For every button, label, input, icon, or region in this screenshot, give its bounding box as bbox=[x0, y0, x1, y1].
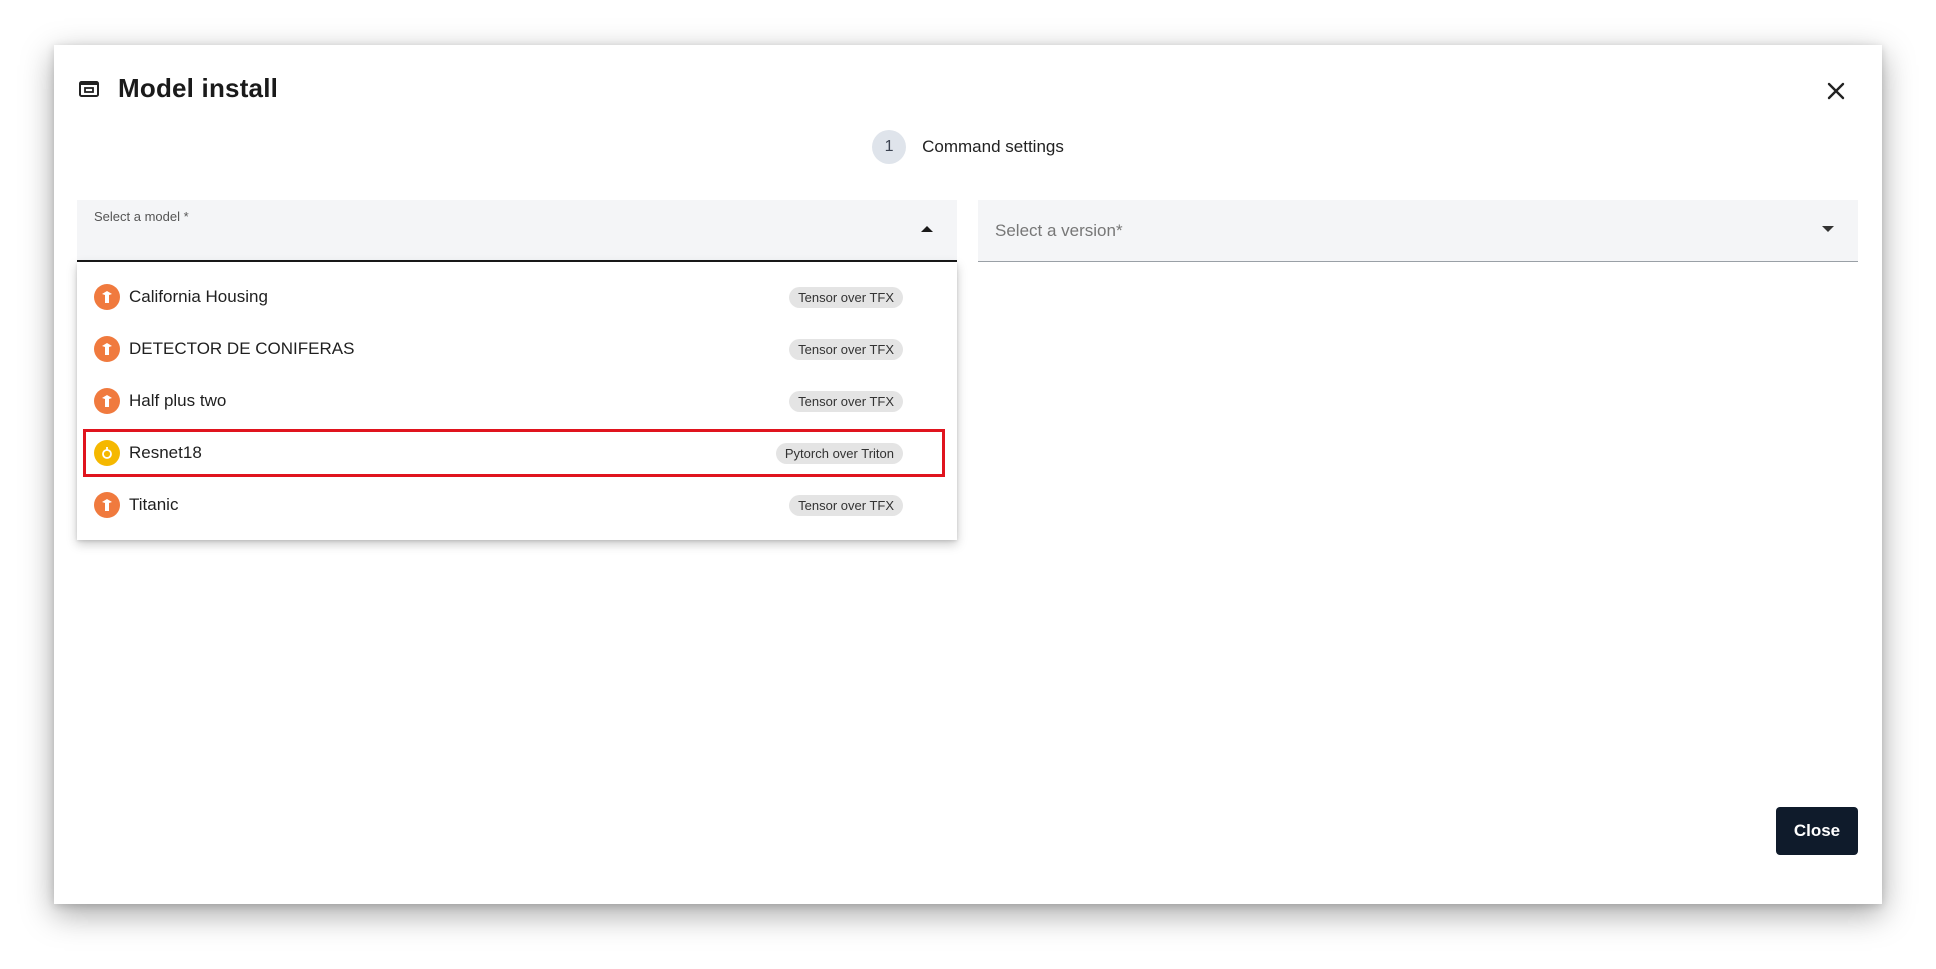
framework-badge: Tensor over TFX bbox=[789, 391, 903, 412]
close-icon[interactable] bbox=[1824, 79, 1848, 103]
tensorflow-icon bbox=[94, 284, 120, 310]
step-number: 1 bbox=[872, 130, 907, 164]
model-dropdown-list: California Housing Tensor over TFX DETEC… bbox=[77, 262, 957, 540]
close-button[interactable]: Close bbox=[1776, 807, 1858, 855]
pytorch-icon bbox=[94, 440, 120, 466]
framework-badge: Tensor over TFX bbox=[789, 495, 903, 516]
step-label: Command settings bbox=[922, 137, 1064, 156]
option-name: Resnet18 bbox=[129, 443, 202, 462]
stepper: 1 Command settings bbox=[54, 130, 1882, 164]
framework-badge: Pytorch over Triton bbox=[775, 443, 903, 464]
version-select[interactable]: Select a version* bbox=[978, 200, 1858, 262]
model-select-label: Select a model * bbox=[94, 209, 189, 224]
caret-down-icon[interactable] bbox=[1822, 226, 1834, 232]
model-install-dialog: Model install 1 Command settings Select … bbox=[54, 45, 1882, 904]
framework-badge: Tensor over TFX bbox=[789, 287, 903, 308]
dialog-header: Model install bbox=[78, 73, 278, 104]
model-option-resnet18[interactable]: Resnet18 Pytorch over Triton bbox=[77, 427, 957, 479]
option-name: Titanic bbox=[129, 495, 179, 514]
option-name: DETECTOR DE CONIFERAS bbox=[129, 339, 355, 358]
option-name: Half plus two bbox=[129, 391, 227, 410]
tensorflow-icon bbox=[94, 492, 120, 518]
framework-badge: Tensor over TFX bbox=[789, 339, 903, 360]
dialog-title: Model install bbox=[118, 73, 279, 103]
model-option-detector-de-coniferas[interactable]: DETECTOR DE CONIFERAS Tensor over TFX bbox=[77, 323, 957, 375]
model-option-half-plus-two[interactable]: Half plus two Tensor over TFX bbox=[77, 375, 957, 427]
option-name: California Housing bbox=[129, 287, 268, 306]
window-icon bbox=[78, 78, 100, 100]
tensorflow-icon bbox=[94, 388, 120, 414]
model-option-titanic[interactable]: Titanic Tensor over TFX bbox=[77, 479, 957, 531]
tensorflow-icon bbox=[94, 336, 120, 362]
caret-up-icon[interactable] bbox=[921, 226, 933, 232]
model-select[interactable]: Select a model * bbox=[77, 200, 957, 262]
version-select-placeholder: Select a version* bbox=[995, 221, 1123, 240]
model-option-california-housing[interactable]: California Housing Tensor over TFX bbox=[77, 271, 957, 323]
